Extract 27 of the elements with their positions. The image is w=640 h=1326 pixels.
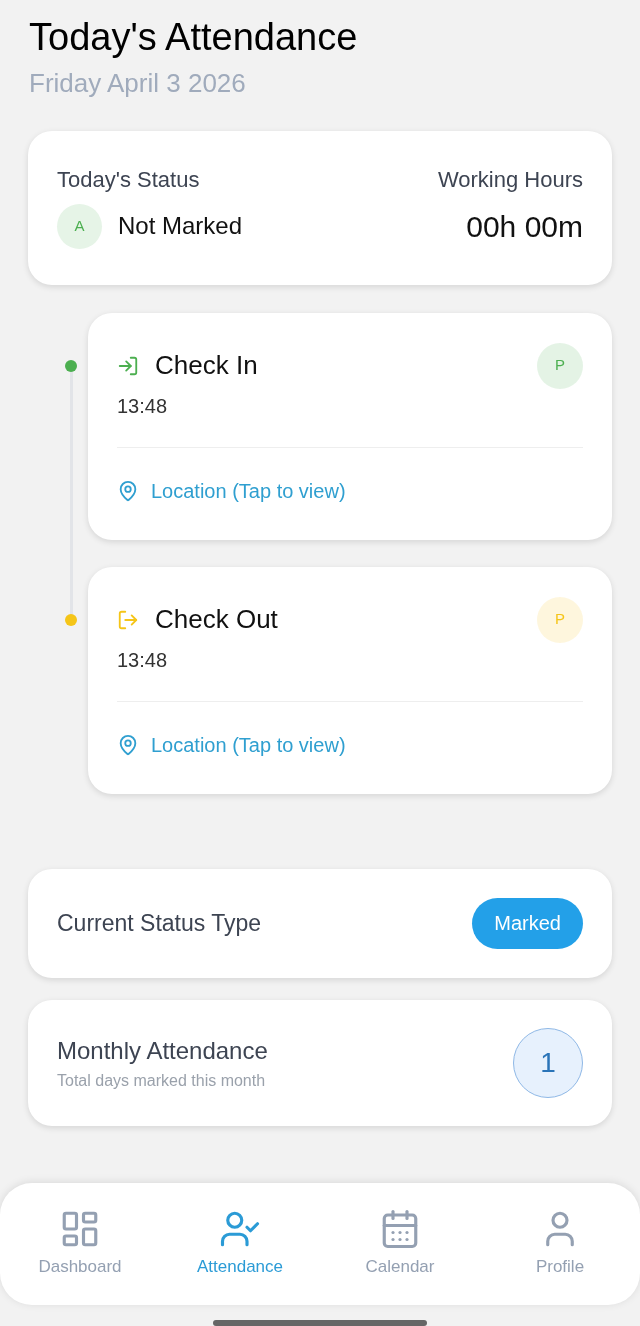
status-badge: A [57,203,102,249]
status-type-label: Current Status Type [57,908,262,938]
location-link[interactable]: Location (Tap to view) [117,475,346,506]
event-title: Check In [155,349,258,382]
event-title: Check Out [155,603,278,636]
hours-value: 00h 00m [466,208,583,245]
status-badge: P [537,596,583,643]
status-badge: P [537,342,583,389]
nav-tab[interactable]: Profile [480,1208,640,1280]
status-value: Not Marked [118,211,243,241]
event-time: 13:48 [117,393,169,419]
map-pin-icon [117,733,139,756]
location-link[interactable]: Location (Tap to view) [117,729,346,760]
hours-label: Working Hours [437,165,583,194]
monthly-subtitle: Total days marked this month [57,1070,267,1091]
count-badge: 1 [513,1027,583,1098]
event-time: 13:48 [117,647,169,673]
status-type-pill: Marked [472,897,583,949]
page-title: Today's Attendance [29,15,359,60]
login-arrow-icon [117,354,139,377]
nav-tab[interactable]: Dashboard [0,1208,160,1280]
nav-tab[interactable]: Attendance [160,1208,320,1280]
map-pin-icon [117,479,139,502]
monthly-title: Monthly Attendance [57,1035,268,1066]
date-subtitle: Friday April 3 2026 [29,66,247,100]
nav-tab[interactable]: Calendar [320,1208,480,1280]
status-label: Today's Status [57,165,200,194]
